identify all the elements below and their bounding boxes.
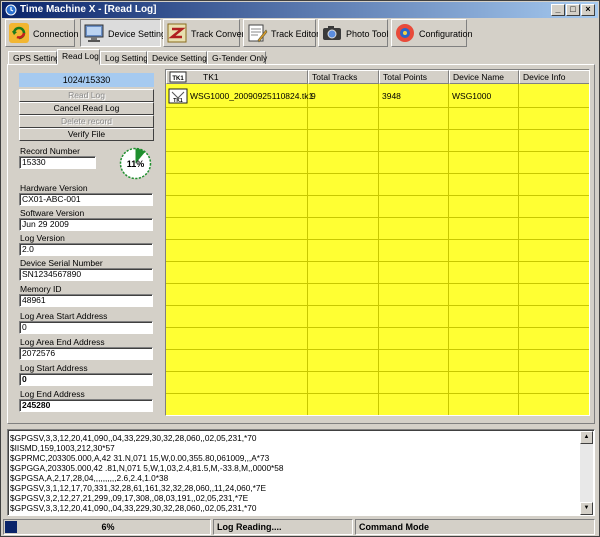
log-version-field[interactable]: 2.0: [19, 243, 153, 256]
software-version-field[interactable]: Jun 29 2009: [19, 218, 153, 231]
grid-line: [518, 84, 519, 415]
connection-label: Connection: [33, 29, 79, 39]
log-area-start-address-field[interactable]: 0: [19, 321, 153, 334]
maximize-button[interactable]: □: [566, 4, 580, 16]
delete-record-button[interactable]: Delete record: [19, 115, 154, 128]
track-convert-button[interactable]: Track Convert: [163, 19, 247, 47]
track-editor-label: Track Editor: [271, 29, 320, 39]
photo-tool-label: Photo Tool: [346, 29, 389, 39]
table-cell-device-info: [519, 85, 589, 107]
status-mode: Command Mode: [355, 519, 595, 535]
status-bar: 6% Log Reading.... Command Mode: [3, 519, 597, 535]
record-number-label: Record Number: [20, 146, 80, 156]
convert-icon: [167, 23, 187, 43]
memory-id-field[interactable]: 48961: [19, 294, 153, 307]
tab-device-settings[interactable]: Device Settings: [147, 51, 211, 65]
refresh-icon: [9, 23, 29, 43]
table-header: TK1 TK1 Total Tracks Total Points Device…: [166, 70, 589, 84]
track-editor-button[interactable]: Track Editor: [243, 19, 320, 47]
tab-gps-setting[interactable]: GPS Setting: [8, 51, 60, 65]
record-number-field[interactable]: 15330: [19, 156, 96, 169]
log-line: $GPGSV,3,3,12,20,41,090,,04,33,229,30,32…: [10, 503, 257, 513]
title-bar[interactable]: Time Machine X - [Read Log] _ □ ×: [2, 2, 598, 18]
window-title: Time Machine X - [Read Log]: [20, 4, 157, 15]
read-log-button[interactable]: Read Log: [19, 89, 154, 102]
hardware-version-field[interactable]: CX01-ABC-001: [19, 193, 153, 206]
progress-pie: 11%: [119, 147, 152, 180]
toolbar: Connection Device Setting Track Convert: [2, 18, 598, 48]
minimize-button[interactable]: _: [551, 4, 565, 16]
table-cell-total-tracks: 9: [311, 91, 316, 101]
camera-icon: [323, 26, 341, 40]
table-row[interactable]: TK1 WSG1000_20090925110824.tk1 9 3948 WS…: [166, 85, 589, 107]
software-version-label: Software Version: [20, 208, 85, 218]
log-scrollbar[interactable]: ▲ ▼: [580, 431, 593, 515]
tab-log-setting[interactable]: Log Setting: [100, 51, 148, 65]
track-file-table[interactable]: TK1 TK1 Total Tracks Total Points Device…: [165, 69, 590, 416]
log-line: $GPGGA,203305.000,42 .81,N,071 5,W,1,03,…: [10, 463, 284, 473]
track-convert-label: Track Convert: [191, 29, 248, 39]
tk1-file-icon: TK1: [169, 71, 187, 83]
track-file-name: WSG1000_20090925110824.tk1: [190, 91, 314, 101]
editor-icon: [248, 24, 268, 43]
svg-text:TK1: TK1: [172, 76, 184, 82]
log-area-end-address-label: Log Area End Address: [20, 337, 105, 347]
grid-line: [166, 415, 590, 416]
log-line: $GPGSV,3,2,12,27,21,299,,09,17,308,,08,0…: [10, 493, 249, 503]
table-cell-device-name: WSG1000: [452, 91, 492, 101]
close-button[interactable]: ×: [581, 4, 595, 16]
device-setting-label: Device Setting: [108, 29, 167, 39]
app-logo-icon: [5, 4, 17, 16]
scroll-down-button[interactable]: ▼: [580, 502, 593, 515]
configuration-button[interactable]: Configuration: [391, 19, 473, 47]
log-start-address-label: Log Start Address: [20, 363, 88, 373]
memory-id-label: Memory ID: [20, 284, 62, 294]
column-header-total-points[interactable]: Total Points: [379, 70, 449, 84]
table-cell-total-points: 3948: [382, 91, 401, 101]
table-cell-file: TK1 WSG1000_20090925110824.tk1: [166, 85, 313, 107]
status-progress-label: 6%: [101, 522, 115, 532]
log-line: $IISMD,159,1003,212,30*57: [10, 443, 115, 453]
log-line: $GPGSV,3,3,12,20,41,090,,04,33,229,30,32…: [10, 433, 257, 443]
log-line: $GPGSA,A,2,17,28,04,,,,,,,,,,2.6,2.4,1.0…: [10, 473, 169, 483]
record-counter: 1024/15330: [19, 73, 154, 87]
app-window: Time Machine X - [Read Log] _ □ × Connecti…: [0, 0, 600, 537]
grid-line: [448, 84, 449, 415]
tab-read-log[interactable]: Read Log: [57, 49, 100, 65]
log-area-start-address-label: Log Area Start Address: [20, 311, 108, 321]
cancel-read-log-button[interactable]: Cancel Read Log: [19, 102, 154, 115]
column-header-total-tracks[interactable]: Total Tracks: [308, 70, 379, 84]
grid-line: [307, 84, 308, 415]
scroll-up-button[interactable]: ▲: [580, 431, 593, 444]
log-line: $GPRMC,203305.000,A,42 31.N,071 15,W,0.0…: [10, 453, 270, 463]
svg-text:TK1: TK1: [173, 98, 183, 104]
log-end-address-label: Log End Address: [20, 389, 85, 399]
device-serial-number-label: Device Serial Number: [20, 258, 103, 268]
grid-line: [378, 84, 379, 415]
log-line: $GPGSV,3,1,12,17,70,331,32,28,61,161,32,…: [10, 483, 267, 493]
configuration-label: Configuration: [419, 29, 473, 39]
monitor-icon: [84, 24, 104, 42]
photo-tool-button[interactable]: Photo Tool: [318, 19, 388, 47]
status-message: Log Reading....: [213, 519, 353, 535]
log-end-address-field[interactable]: 245280: [19, 399, 153, 412]
nmea-log-output[interactable]: $GPGSV,3,3,12,20,41,090,,04,33,229,30,32…: [7, 429, 595, 516]
column-header-tk1[interactable]: TK1 TK1: [166, 70, 308, 84]
column-header-device-name[interactable]: Device Name: [449, 70, 519, 84]
progress-pie-label: 11%: [127, 159, 145, 169]
column-header-tk1-label: TK1: [203, 72, 219, 82]
connection-button[interactable]: Connection: [5, 19, 79, 47]
hardware-version-label: Hardware Version: [20, 183, 88, 193]
verify-file-button[interactable]: Verify File: [19, 128, 154, 141]
status-progress: 6%: [3, 519, 211, 535]
device-setting-button[interactable]: Device Setting: [80, 19, 166, 47]
track-file-icon: TK1: [168, 88, 188, 104]
tab-g-tender-only[interactable]: G-Tender Only: [207, 51, 267, 65]
configuration-icon: [396, 24, 414, 42]
column-header-device-info[interactable]: Device Info: [519, 70, 589, 84]
log-area-end-address-field[interactable]: 2072576: [19, 347, 153, 360]
device-serial-number-field[interactable]: SN1234567890: [19, 268, 153, 281]
log-version-label: Log Version: [20, 233, 65, 243]
log-start-address-field[interactable]: 0: [19, 373, 153, 386]
